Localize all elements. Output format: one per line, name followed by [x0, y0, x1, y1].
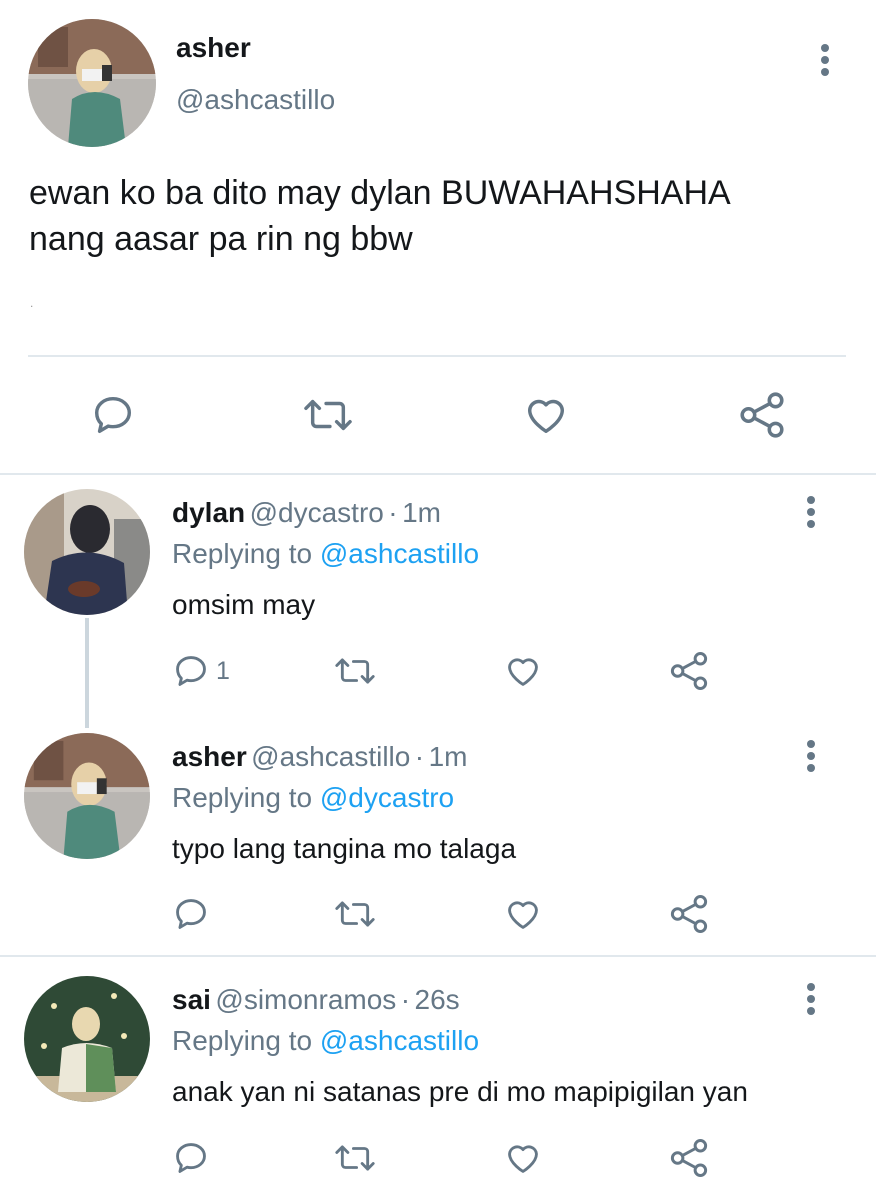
avatar[interactable] — [24, 733, 150, 859]
author-name[interactable]: asher — [176, 32, 251, 64]
author-name[interactable]: dylan — [172, 497, 245, 528]
like-button[interactable] — [522, 392, 570, 438]
replying-to: Replying to @ashcastillo — [172, 538, 479, 570]
retweet-button[interactable] — [302, 392, 354, 438]
retweet-icon — [335, 1145, 375, 1171]
author-handle[interactable]: @ashcastillo — [176, 84, 335, 116]
reply-icon — [94, 396, 132, 434]
author-handle[interactable]: @ashcastillo — [251, 741, 410, 772]
retweet-button[interactable] — [333, 1139, 377, 1177]
reply-text: omsim may — [172, 589, 316, 620]
replying-to-link[interactable]: @dycastro — [320, 782, 454, 813]
retweet-button[interactable] — [333, 895, 377, 933]
reply-header: sai @simonramos · 26s — [172, 984, 460, 1016]
author-name[interactable]: sai — [172, 984, 211, 1015]
reply-button[interactable] — [172, 895, 210, 933]
avatar[interactable] — [24, 976, 150, 1102]
share-button[interactable] — [668, 1137, 710, 1179]
share-icon — [670, 1139, 708, 1177]
author-name[interactable]: asher — [172, 741, 247, 772]
reply-count: 1 — [216, 656, 230, 685]
replying-to: Replying to @ashcastillo — [172, 1025, 479, 1057]
timestamp: 1m — [428, 741, 468, 772]
reply-text: anak yan ni satanas pre di mo mapipigila… — [172, 1076, 748, 1107]
like-button[interactable] — [503, 652, 543, 690]
more-vertical-icon[interactable] — [810, 40, 840, 80]
retweet-icon — [304, 399, 352, 431]
replying-to-link[interactable]: @ashcastillo — [320, 1025, 479, 1056]
replying-to-label: Replying to — [172, 782, 313, 813]
share-icon — [670, 895, 708, 933]
reply-button[interactable] — [90, 392, 136, 438]
thread-line — [85, 618, 89, 728]
tweet-text: ewan ko ba dito may dylan BUWAHAHSHAHA n… — [29, 170, 731, 262]
more-vertical-icon[interactable] — [796, 736, 826, 776]
reply-icon — [176, 1143, 206, 1173]
replying-to-link[interactable]: @ashcastillo — [320, 538, 479, 569]
timestamp: 26s — [414, 984, 460, 1015]
avatar[interactable] — [24, 489, 150, 615]
reply-icon — [176, 656, 206, 686]
separator-dot: · — [400, 984, 411, 1015]
reply-button[interactable]: 1 — [172, 652, 230, 690]
heart-icon — [508, 658, 538, 686]
retweet-icon — [335, 658, 375, 684]
avatar[interactable] — [28, 19, 156, 147]
separator-dot: · — [414, 741, 425, 772]
reply-header: dylan @dycastro · 1m — [172, 497, 441, 529]
share-button[interactable] — [668, 650, 710, 692]
divider — [0, 955, 876, 957]
retweet-button[interactable] — [333, 652, 377, 690]
reply-header: asher @ashcastillo · 1m — [172, 741, 467, 773]
author-handle[interactable]: @simonramos — [215, 984, 396, 1015]
divider — [0, 473, 876, 475]
more-vertical-icon[interactable] — [796, 979, 826, 1019]
like-button[interactable] — [503, 895, 543, 933]
share-icon — [670, 652, 708, 690]
trailing-mark: . — [30, 296, 34, 310]
reply-icon — [176, 899, 206, 929]
reply-button[interactable] — [172, 1139, 210, 1177]
more-vertical-icon[interactable] — [796, 492, 826, 532]
heart-icon — [508, 901, 538, 929]
timestamp: 1m — [402, 497, 441, 528]
separator-dot: · — [388, 497, 398, 528]
like-button[interactable] — [503, 1139, 543, 1177]
tweet-text-line: ewan ko ba dito may dylan BUWAHAHSHAHA — [29, 174, 731, 212]
heart-icon — [527, 399, 565, 434]
divider — [28, 355, 846, 357]
heart-icon — [508, 1145, 538, 1173]
reply-text: typo lang tangina mo talaga — [172, 833, 517, 864]
replying-to: Replying to @dycastro — [172, 782, 454, 814]
tweet-text-line: nang aasar pa rin ng bbw — [29, 220, 413, 258]
share-button[interactable] — [668, 893, 710, 935]
replying-to-label: Replying to — [172, 538, 313, 569]
replying-to-label: Replying to — [172, 1025, 313, 1056]
retweet-icon — [335, 901, 375, 927]
share-button[interactable] — [737, 390, 787, 440]
author-handle[interactable]: @dycastro — [250, 497, 384, 528]
share-icon — [740, 392, 784, 438]
